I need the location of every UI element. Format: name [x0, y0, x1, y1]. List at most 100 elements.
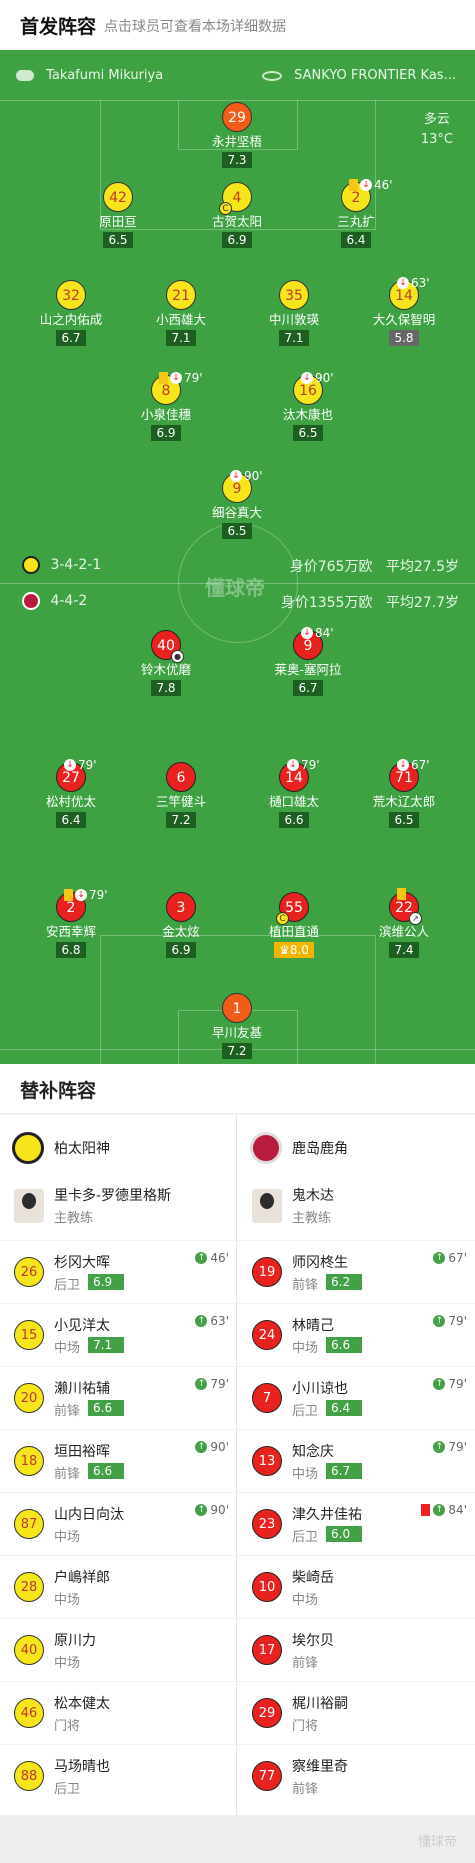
bench-player[interactable]: 46 松本健太 门将: [0, 1681, 237, 1744]
player-away-22[interactable]: 22 ↗ 滨维公人 7.4: [349, 888, 459, 958]
bench-player[interactable]: 20 濑川祐辅 前锋 6.6 ↑ 79': [0, 1366, 237, 1429]
away-bench-team[interactable]: 鹿岛鹿角: [250, 1132, 348, 1164]
yellow-card-icon: [159, 372, 168, 384]
player-name: 中川敦瑛: [268, 312, 319, 327]
sub-off-icon: ↓: [301, 372, 313, 384]
home-bench: 柏太阳神 里卡多-罗德里格斯 主教练 26 杉冈大晖 后卫 6.9 ↑ 46' 15 小见洋…: [0, 1115, 237, 1815]
bench-player[interactable]: 19 师冈柊生 前锋 6.2 ↑ 67': [238, 1240, 475, 1303]
player-home-16[interactable]: 16 ↓ 90' 汰木康也 6.5: [253, 371, 363, 441]
player-name: 汰木康也: [282, 407, 333, 422]
player-name: 三竿健斗: [155, 794, 206, 809]
bench-player[interactable]: 29 梶川裕嗣 门将: [238, 1681, 475, 1744]
player-rating: 6.8: [56, 942, 86, 958]
shirt-number: 29: [252, 1698, 282, 1728]
lineup-title: 首发阵容: [20, 16, 97, 38]
home-bench-team[interactable]: 柏太阳神: [12, 1132, 110, 1164]
player-home-4[interactable]: 4C 古贺太阳 6.9: [182, 182, 292, 248]
bench-player[interactable]: 7 小川谅也 后卫 6.4 ↑ 79': [238, 1366, 475, 1429]
player-position: 前锋: [292, 1782, 319, 1797]
shirt-number: 4: [232, 190, 242, 206]
shirt-number: 77: [252, 1761, 282, 1791]
player-rating: 6.7: [293, 680, 323, 696]
goal-ball-icon: ●: [171, 650, 184, 663]
player-away-55[interactable]: 55 C 植田直通 ♛8.0: [239, 892, 349, 958]
player-away-27[interactable]: 27 ↓ 79' 松村优太 6.4: [16, 758, 126, 828]
shirt-number: 35: [279, 280, 309, 310]
player-position: 中场: [54, 1341, 81, 1356]
player-away-71[interactable]: 71 ↓ 67' 荒木辽太郎 6.5: [349, 758, 459, 828]
player-away-14[interactable]: 14 ↓ 79' 樋口雄太 6.6: [239, 758, 349, 828]
home-team-logo: [12, 1132, 44, 1164]
shirt-number: 46: [14, 1698, 44, 1728]
away-bench: 鹿岛鹿角 鬼木达 主教练 19 师冈柊生 前锋 6.2 ↑ 67' 24 林晴己 中场 6.6 ↑…: [238, 1115, 475, 1815]
player-home-42[interactable]: 42 原田亘 6.5: [63, 182, 173, 248]
sub-off-icon: ↓: [301, 627, 313, 639]
shirt-number: 19: [252, 1257, 282, 1287]
assist-icon: ↗: [409, 912, 422, 925]
bench-player[interactable]: 28 户嶋祥郎 中场: [0, 1555, 237, 1618]
away-team-logo: [250, 1132, 282, 1164]
player-away-9[interactable]: 9 ↓ 84' 莱奥-塞阿拉 6.7: [253, 626, 363, 696]
player-home-8[interactable]: 8 ↓ 79' 小泉佳穗 6.9: [111, 371, 221, 441]
bench-player[interactable]: 24 林晴己 中场 6.6 ↑ 79': [238, 1303, 475, 1366]
player-name: 垣田裕晖: [54, 1444, 110, 1460]
player-home-21[interactable]: 21 小西雄大 7.1: [126, 280, 236, 346]
player-name: 早川友基: [211, 1025, 262, 1040]
sub-minute: 79': [210, 1377, 229, 1391]
player-rating: 6.5: [389, 812, 419, 828]
bench-player[interactable]: 88 马场晴也 后卫: [0, 1744, 237, 1807]
sub-minute: 79': [78, 758, 97, 772]
player-away-3[interactable]: 3 金太炫 6.9: [126, 892, 236, 958]
shirt-number: 13: [252, 1446, 282, 1476]
player-home-9[interactable]: 9 ↓ 90' 细谷真大 6.5: [182, 469, 292, 539]
home-team-name: 柏太阳神: [54, 1141, 110, 1157]
player-home-29[interactable]: 29 永井坚梧 7.3: [182, 102, 292, 168]
shirt-number: 1: [222, 993, 252, 1023]
player-name: 莱奥-塞阿拉: [274, 662, 342, 677]
bench-player[interactable]: 23 津久井佳祐 后卫 6.0 ↑ 84': [238, 1492, 475, 1555]
lineup-header: 首发阵容 点击球员可查看本场详细数据: [0, 0, 475, 50]
footer-brand: 懂球帝: [417, 1835, 457, 1850]
weather-condition: 多云: [423, 112, 450, 127]
sub-on-icon: ↑: [433, 1504, 446, 1516]
player-away-40[interactable]: 40 ● 铃木优磨 7.8: [111, 630, 221, 696]
player-away-6[interactable]: 6 三竿健斗 7.2: [126, 762, 236, 828]
player-name: 津久井佳祐: [292, 1507, 362, 1523]
player-rating: 7.8: [151, 680, 181, 696]
sub-minute: 79': [301, 758, 320, 772]
away-formation: 4-4-2: [50, 593, 88, 609]
coach-name: 鬼木达: [292, 1188, 334, 1204]
player-rating: 7.1: [88, 1337, 124, 1353]
bench-player[interactable]: 13 知念庆 中场 6.7 ↑ 79': [238, 1429, 475, 1492]
player-home-14[interactable]: 14 ↓ 63' 大久保智明 5.8: [349, 276, 459, 346]
bench-player[interactable]: 40 原川力 中场: [0, 1618, 237, 1681]
shirt-number: 24: [252, 1320, 282, 1350]
player-home-32[interactable]: 32 山之内佑成 6.7: [16, 280, 126, 346]
sub-off-icon: ↓: [397, 759, 409, 771]
player-name: 荒木辽太郎: [372, 794, 436, 809]
sub-on-icon: ↑: [195, 1441, 208, 1453]
player-name: 林晴己: [292, 1318, 334, 1334]
bench-player[interactable]: 26 杉冈大晖 后卫 6.9 ↑ 46': [0, 1240, 237, 1303]
player-rating: 6.6: [279, 812, 309, 828]
bench-player[interactable]: 10 柴崎岳 中场: [238, 1555, 475, 1618]
bench-player[interactable]: 18 垣田裕晖 前锋 6.6 ↑ 90': [0, 1429, 237, 1492]
player-name: 原川力: [54, 1633, 96, 1649]
bench-player[interactable]: 87 山内日向汰 中场 ↑ 90': [0, 1492, 237, 1555]
player-rating: 7.2: [166, 812, 196, 828]
sub-on-icon: ↑: [433, 1252, 446, 1264]
player-name: 埃尔贝: [292, 1633, 334, 1649]
player-away-2[interactable]: 2 ↓ 79' 安西幸辉 6.8: [16, 888, 126, 958]
bench-player[interactable]: 17 埃尔贝 前锋: [238, 1618, 475, 1681]
player-name: 松村优太: [45, 794, 96, 809]
player-name: 小见洋太: [54, 1318, 110, 1334]
sub-minute: 79': [184, 371, 203, 385]
bench-player[interactable]: 77 察维里奇 前锋: [238, 1744, 475, 1807]
shirt-number: 21: [166, 280, 196, 310]
player-away-1[interactable]: 1 早川友基 7.2: [182, 993, 292, 1059]
player-home-2[interactable]: 2 ↓ 46' 三丸扩 6.4: [301, 178, 411, 248]
home-value: 身价765万欧: [289, 559, 373, 575]
bench-player[interactable]: 15 小见洋太 中场 7.1 ↑ 63': [0, 1303, 237, 1366]
player-home-35[interactable]: 35 中川敦瑛 7.1: [239, 280, 349, 346]
shirt-number: 23: [252, 1509, 282, 1539]
